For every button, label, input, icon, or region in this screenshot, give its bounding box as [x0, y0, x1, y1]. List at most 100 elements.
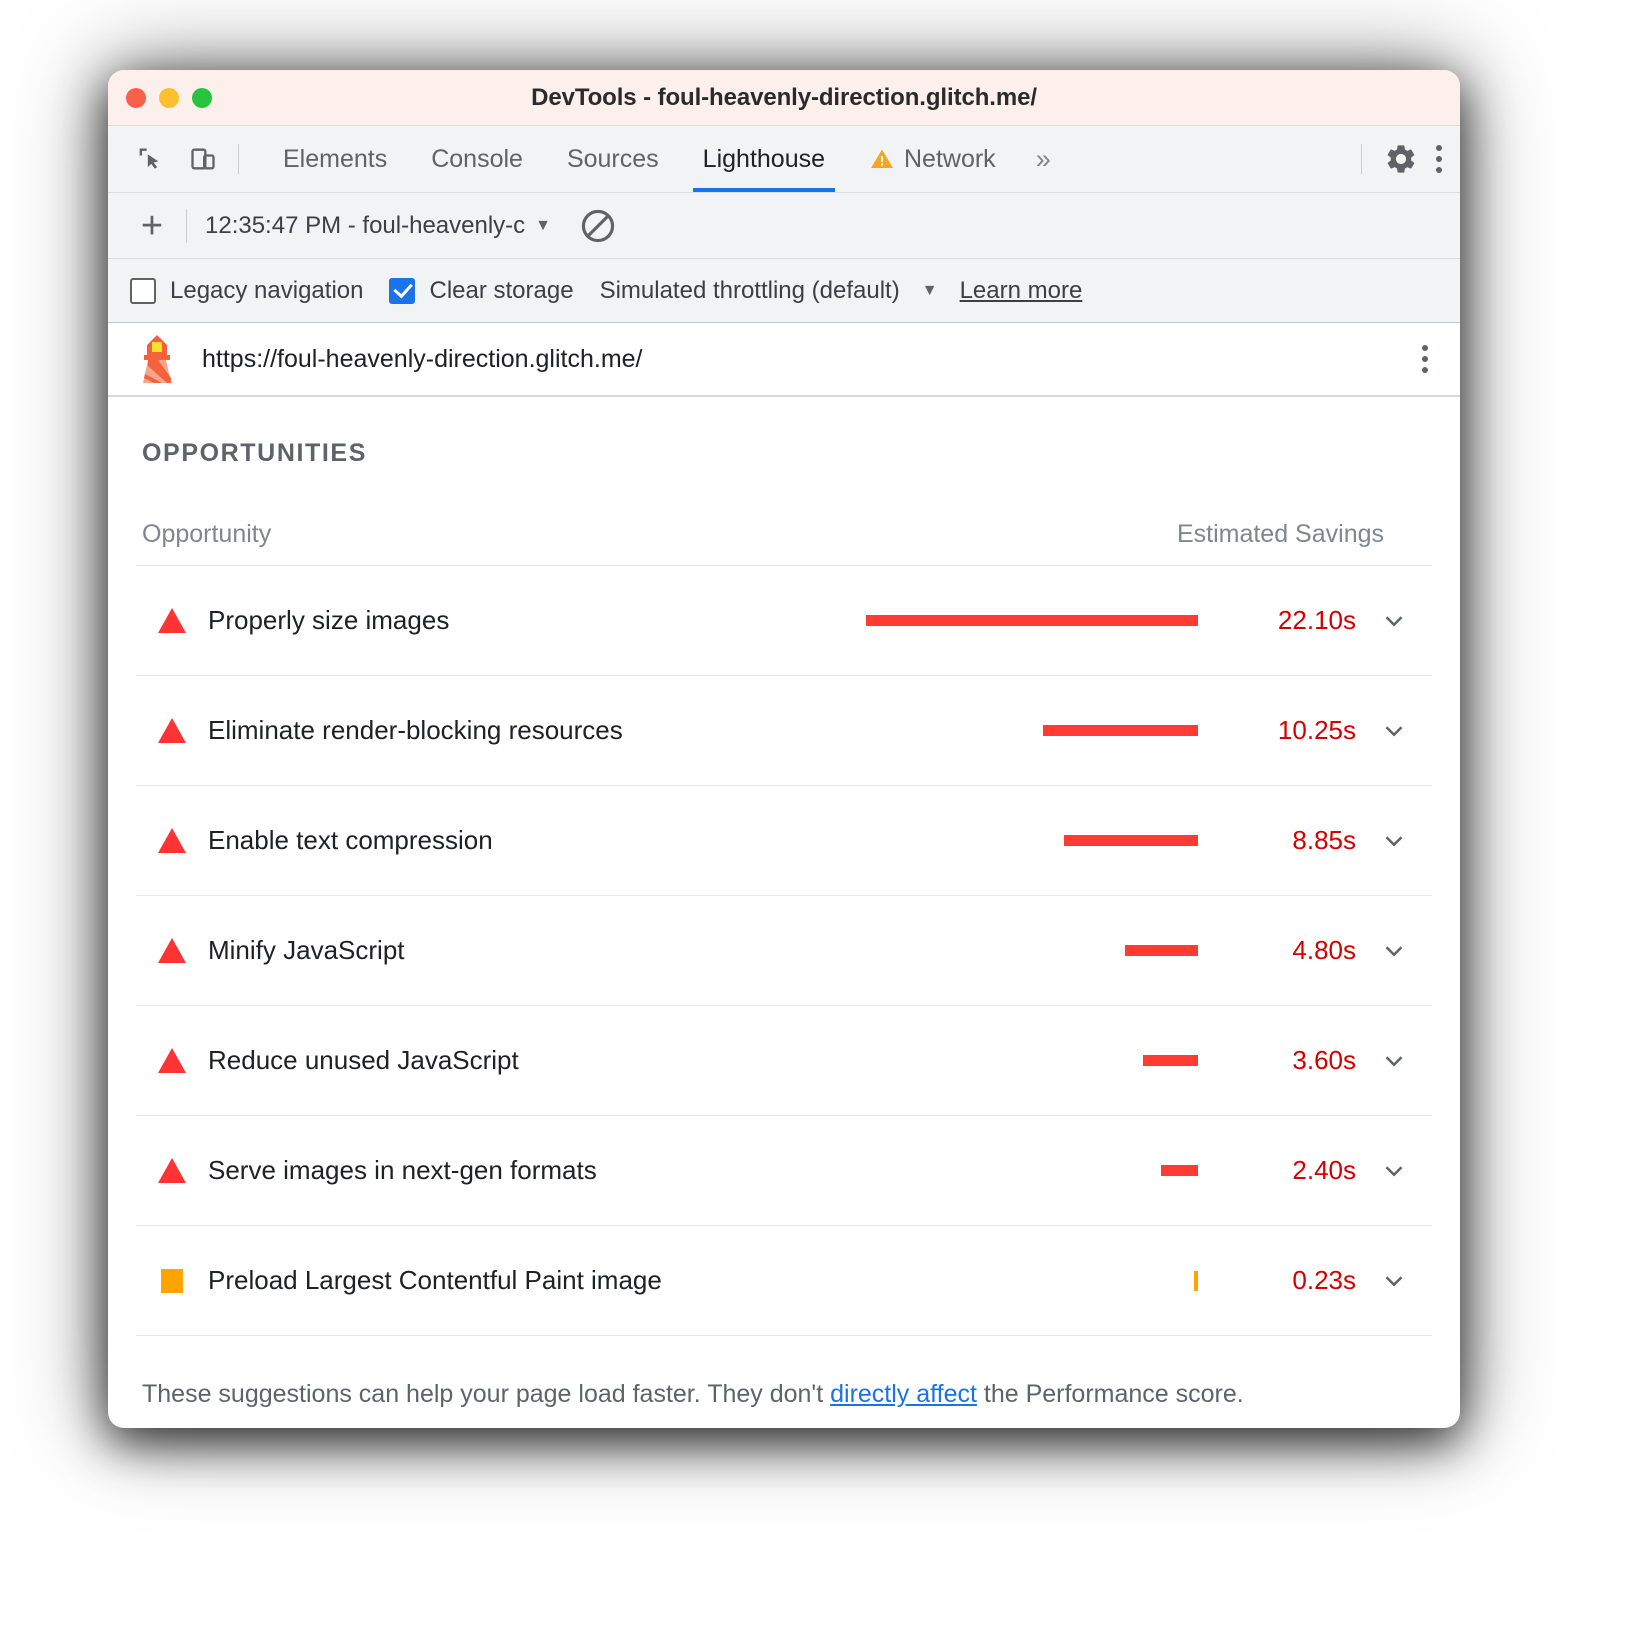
close-window-button[interactable]	[126, 88, 146, 108]
tabbar-left-tools	[108, 126, 226, 192]
severity-error-icon	[136, 828, 208, 853]
settings-gear-icon[interactable]	[1378, 136, 1424, 182]
severity-warning-icon	[136, 1269, 208, 1293]
report-url-bar: https://foul-heavenly-direction.glitch.m…	[108, 323, 1460, 397]
kebab-dot	[1422, 345, 1428, 351]
report-options-kebab-icon[interactable]	[1414, 337, 1436, 381]
chevron-down-icon[interactable]	[1356, 1156, 1432, 1186]
kebab-dot	[1422, 367, 1428, 373]
column-header-estimated-savings: Estimated Savings	[1177, 520, 1432, 549]
chevron-down-icon: ▼	[922, 282, 938, 300]
tab-network[interactable]: Network	[847, 126, 1018, 192]
lighthouse-options-bar: Legacy navigation Clear storage Simulate…	[108, 259, 1460, 323]
kebab-dot	[1422, 356, 1428, 362]
tab-label: Sources	[567, 145, 659, 174]
tabbar-divider	[238, 144, 239, 174]
tab-label: Network	[904, 145, 996, 174]
footnote-text-pre: These suggestions can help your page loa…	[142, 1380, 830, 1408]
opportunity-label: Serve images in next-gen formats	[208, 1155, 866, 1186]
table-row[interactable]: Properly size images 22.10s	[136, 566, 1432, 676]
savings-bar-track	[866, 615, 1206, 626]
devtools-window: DevTools - foul-heavenly-direction.glitc…	[108, 70, 1460, 1428]
severity-error-icon	[136, 1158, 208, 1183]
opportunities-panel: OPPORTUNITIES Opportunity Estimated Savi…	[108, 397, 1460, 1409]
kebab-dot	[1436, 156, 1442, 162]
severity-error-icon	[136, 608, 208, 633]
maximize-window-button[interactable]	[192, 88, 212, 108]
screenshot-root: DevTools - foul-heavenly-direction.glitc…	[0, 0, 1648, 1648]
severity-error-icon	[136, 938, 208, 963]
table-row[interactable]: Eliminate render-blocking resources 10.2…	[136, 676, 1432, 786]
tab-label: Lighthouse	[703, 145, 825, 174]
chevron-down-icon[interactable]	[1356, 1266, 1432, 1296]
table-row[interactable]: Enable text compression 8.85s	[136, 786, 1432, 896]
chevron-down-icon[interactable]	[1356, 1046, 1432, 1076]
lighthouse-icon	[134, 333, 180, 385]
clear-all-icon[interactable]	[579, 207, 617, 245]
tab-elements[interactable]: Elements	[261, 126, 409, 192]
chevron-down-icon[interactable]	[1356, 606, 1432, 636]
tab-lighthouse[interactable]: Lighthouse	[681, 126, 847, 192]
savings-value: 3.60s	[1206, 1045, 1356, 1076]
minimize-window-button[interactable]	[159, 88, 179, 108]
chevron-down-icon[interactable]	[1356, 826, 1432, 856]
tab-label: Console	[431, 145, 523, 174]
clear-storage-checkbox[interactable]: Clear storage	[389, 277, 573, 305]
tab-sources[interactable]: Sources	[545, 126, 681, 192]
savings-value: 22.10s	[1206, 605, 1356, 636]
window-titlebar: DevTools - foul-heavenly-direction.glitc…	[108, 70, 1460, 126]
table-row[interactable]: Reduce unused JavaScript 3.60s	[136, 1006, 1432, 1116]
kebab-dot	[1436, 167, 1442, 173]
report-url: https://foul-heavenly-direction.glitch.m…	[202, 345, 643, 374]
savings-value: 4.80s	[1206, 935, 1356, 966]
legacy-navigation-checkbox[interactable]: Legacy navigation	[130, 277, 363, 305]
throttling-label: Simulated throttling (default)	[600, 277, 900, 305]
chevron-down-icon: ▼	[535, 217, 551, 235]
opportunities-rows: Properly size images 22.10s Eliminate re…	[136, 566, 1432, 1336]
savings-bar-track	[866, 945, 1206, 956]
warning-triangle-icon	[869, 147, 895, 171]
footnote-text-post: the Performance score.	[977, 1380, 1244, 1408]
directly-affect-link[interactable]: directly affect	[830, 1380, 977, 1408]
savings-value: 8.85s	[1206, 825, 1356, 856]
report-selector-dropdown[interactable]: 12:35:47 PM - foul-heavenly-c ▼	[205, 212, 551, 240]
new-report-button[interactable]: +	[130, 207, 174, 245]
savings-bar-track	[866, 1165, 1206, 1176]
panel-tabs: Elements Console Sources Lighthouse Netw…	[261, 126, 1018, 192]
chevron-down-icon[interactable]	[1356, 936, 1432, 966]
savings-bar-track	[866, 725, 1206, 736]
window-traffic-lights	[126, 88, 212, 108]
savings-bar-track	[866, 1055, 1206, 1066]
table-row[interactable]: Preload Largest Contentful Paint image 0…	[136, 1226, 1432, 1336]
opportunities-table-header: Opportunity Estimated Savings	[136, 468, 1432, 566]
section-title: OPPORTUNITIES	[136, 397, 1432, 468]
inspect-element-icon[interactable]	[126, 136, 172, 182]
opportunity-label: Minify JavaScript	[208, 935, 866, 966]
checkbox-box	[130, 278, 156, 304]
tabbar-right-tools	[1349, 126, 1460, 192]
opportunities-footnote: These suggestions can help your page loa…	[136, 1336, 1432, 1409]
more-options-kebab-icon[interactable]	[1428, 137, 1450, 181]
checkbox-box-checked	[389, 278, 415, 304]
tab-console[interactable]: Console	[409, 126, 545, 192]
device-toolbar-icon[interactable]	[180, 136, 226, 182]
opportunity-label: Enable text compression	[208, 825, 866, 856]
opportunity-label: Eliminate render-blocking resources	[208, 715, 866, 746]
runbar-divider	[186, 209, 187, 243]
window-title: DevTools - foul-heavenly-direction.glitc…	[108, 84, 1460, 112]
more-tabs-icon[interactable]: »	[1018, 126, 1069, 192]
learn-more-link[interactable]: Learn more	[960, 277, 1083, 305]
column-header-opportunity: Opportunity	[142, 520, 1177, 549]
kebab-dot	[1436, 145, 1442, 151]
savings-value: 10.25s	[1206, 715, 1356, 746]
report-selector-label: 12:35:47 PM - foul-heavenly-c	[205, 212, 525, 240]
opportunity-label: Properly size images	[208, 605, 866, 636]
devtools-tabbar: Elements Console Sources Lighthouse Netw…	[108, 126, 1460, 193]
throttling-dropdown[interactable]: Simulated throttling (default) ▼	[600, 277, 938, 305]
chevron-down-icon[interactable]	[1356, 716, 1432, 746]
severity-error-icon	[136, 1048, 208, 1073]
legacy-navigation-label: Legacy navigation	[170, 277, 363, 305]
table-row[interactable]: Minify JavaScript 4.80s	[136, 896, 1432, 1006]
savings-bar-track	[866, 835, 1206, 846]
table-row[interactable]: Serve images in next-gen formats 2.40s	[136, 1116, 1432, 1226]
